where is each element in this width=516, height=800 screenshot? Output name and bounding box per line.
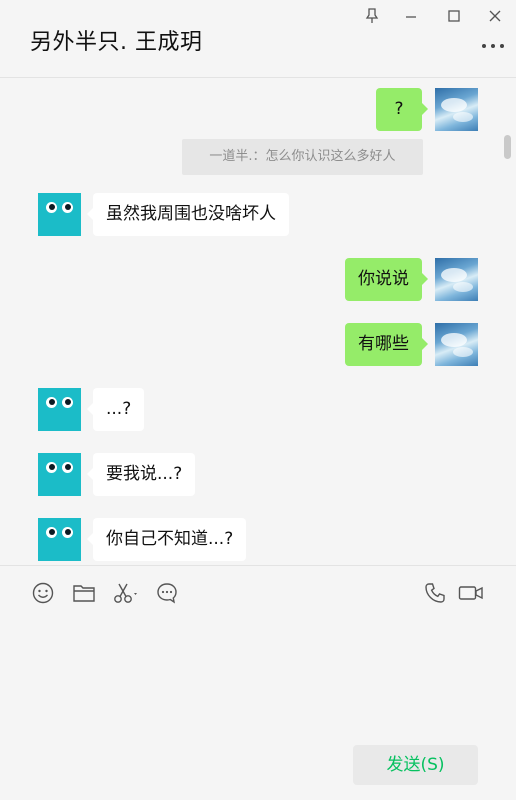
incoming-message[interactable]: 虽然我周围也没啥坏人 (87, 193, 289, 236)
system-message: 一道半.：怎么你认识这么多好人 (182, 139, 423, 175)
message-text: 你说说 (358, 269, 409, 289)
my-avatar[interactable] (435, 323, 478, 366)
message-input[interactable] (0, 620, 516, 740)
phone-icon[interactable] (423, 581, 447, 605)
message-list[interactable]: ? 一道半.：怎么你认识这么多好人 虽然我周围也没啥坏人 你说说 有哪些 ...… (0, 78, 516, 564)
emoji-icon[interactable] (31, 581, 55, 605)
my-avatar[interactable] (435, 258, 478, 301)
message-text: 要我说...? (106, 464, 183, 484)
minimize-icon[interactable] (401, 6, 421, 26)
chat-window: 另外半只. 王成玥 ? 一道半.：怎么你认识这么多好人 虽然我周围也没啥坏人 你… (0, 0, 516, 800)
title-bar: 另外半只. 王成玥 (0, 0, 516, 78)
contact-avatar[interactable] (38, 453, 81, 496)
outgoing-message[interactable]: 你说说 (345, 258, 428, 301)
contact-avatar[interactable] (38, 193, 81, 236)
message-text: ? (394, 99, 404, 119)
scissors-icon[interactable] (113, 581, 141, 605)
my-avatar[interactable] (435, 88, 478, 131)
toolbar-divider (0, 565, 516, 566)
close-icon[interactable] (485, 6, 505, 26)
pin-icon[interactable] (362, 6, 382, 26)
message-text: 你自己不知道...? (106, 529, 234, 549)
incoming-message[interactable]: 要我说...? (86, 453, 196, 496)
video-icon[interactable] (458, 581, 484, 605)
incoming-message[interactable]: 你自己不知道...? (86, 518, 247, 561)
folder-icon[interactable] (72, 581, 96, 605)
scrollbar-thumb[interactable] (504, 135, 511, 159)
outgoing-message[interactable]: 有哪些 (345, 323, 428, 366)
outgoing-message[interactable]: ? (376, 88, 428, 131)
message-text: 有哪些 (358, 334, 409, 354)
incoming-message[interactable]: ...? (86, 388, 145, 431)
message-text: 虽然我周围也没啥坏人 (106, 204, 276, 224)
contact-avatar[interactable] (38, 388, 81, 431)
more-icon[interactable] (482, 40, 504, 52)
maximize-icon[interactable] (444, 6, 464, 26)
chat-title: 另外半只. 王成玥 (30, 30, 203, 55)
contact-avatar[interactable] (38, 518, 81, 561)
message-text: ...? (106, 399, 132, 419)
chat-bubble-icon[interactable] (155, 581, 179, 605)
send-button[interactable]: 发送(S) (353, 745, 478, 785)
